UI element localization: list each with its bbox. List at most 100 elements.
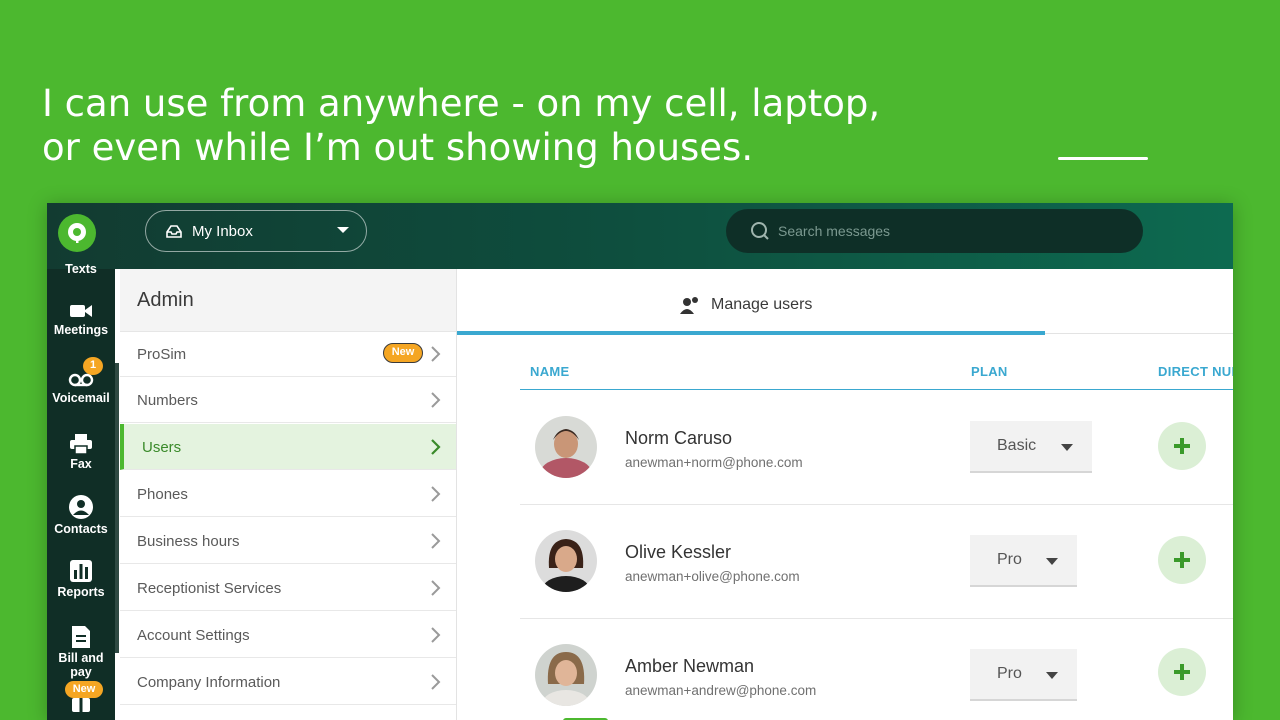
nav-item-reports[interactable]: Reports	[47, 559, 115, 599]
user-email: anewman+andrew@phone.com	[625, 683, 817, 698]
column-header-plan[interactable]: PLAN	[971, 364, 1008, 379]
sidebar-item-business-hours[interactable]: Business hours	[120, 518, 456, 564]
sidebar-item-receptionist-services[interactable]: Receptionist Services	[120, 565, 456, 611]
new-badge: New	[383, 343, 423, 363]
chevron-down-icon	[1046, 672, 1058, 679]
chevron-right-icon	[431, 580, 441, 596]
admin-sidebar: Admin ProSim New Numbers Users Phones Bu…	[120, 269, 457, 720]
avatar	[535, 644, 597, 706]
plan-select-value: Pro	[997, 551, 1022, 568]
left-nav: Texts Meetings Voicemail 1 Fax Contacts …	[47, 262, 115, 720]
chevron-right-icon	[431, 439, 441, 455]
sidebar-item-label: Receptionist Services	[137, 580, 282, 597]
plus-icon	[1174, 664, 1190, 680]
plan-select-value: Basic	[997, 437, 1037, 454]
plan-select[interactable]: Basic	[970, 421, 1092, 473]
nav-item-label: Bill and pay	[58, 651, 104, 679]
nav-item-label: Texts	[65, 262, 97, 276]
table-row: Norm Caruso anewman+norm@phone.com Basic	[520, 391, 1233, 505]
add-direct-number-button[interactable]	[1158, 536, 1206, 584]
chevron-down-icon	[337, 227, 349, 233]
sidebar-item-users[interactable]: Users	[120, 424, 456, 470]
voicemail-count-badge: 1	[83, 357, 103, 375]
column-header-name[interactable]: NAME	[530, 364, 569, 379]
table-header-divider	[520, 389, 1233, 390]
app-window: My Inbox Search messages Texts Meetings	[47, 203, 1233, 720]
decorative-line	[1058, 157, 1148, 160]
nav-item-voicemail[interactable]: Voicemail	[47, 369, 115, 405]
sidebar-item-label: ProSim	[137, 346, 187, 363]
sidebar-item-account-settings[interactable]: Account Settings	[120, 612, 456, 658]
user-email: anewman+olive@phone.com	[625, 569, 800, 584]
chevron-down-icon	[1046, 558, 1058, 565]
user-name: Amber Newman	[625, 656, 755, 676]
nav-item-label: Voicemail	[52, 391, 110, 405]
table-row: admin Amber Newman anewman+andrew@phone.…	[520, 619, 1233, 720]
sidebar-item-label: Company Information	[137, 674, 281, 691]
invoice-icon	[72, 626, 90, 648]
plan-select-value: Pro	[997, 665, 1022, 682]
sidebar-item-label: Numbers	[137, 392, 198, 409]
sidebar-item-company-information[interactable]: Company Information	[120, 659, 456, 705]
sidebar-item-prosim[interactable]: ProSim New	[120, 331, 456, 377]
add-direct-number-button[interactable]	[1158, 422, 1206, 470]
nav-item-label: Reports	[57, 585, 105, 599]
chevron-right-icon	[431, 674, 441, 690]
plus-icon	[1174, 552, 1190, 568]
column-header-direct-number[interactable]: DIRECT NUM	[1158, 364, 1233, 379]
chevron-right-icon	[431, 533, 441, 549]
main-panel: Manage users NAME PLAN DIRECT NUM Norm C…	[457, 269, 1233, 720]
inbox-selector-label: My Inbox	[192, 222, 253, 240]
nav-item-contacts[interactable]: Contacts	[47, 494, 115, 536]
bar-chart-icon	[70, 560, 92, 582]
plan-select[interactable]: Pro	[970, 535, 1077, 587]
sidebar-item-phones[interactable]: Phones	[120, 471, 456, 517]
nav-item-texts[interactable]: Texts	[47, 262, 115, 276]
sidebar-title: Admin	[137, 289, 194, 311]
top-bar: My Inbox Search messages	[47, 203, 1233, 269]
avatar	[535, 530, 597, 592]
inbox-selector[interactable]: My Inbox	[145, 210, 367, 252]
headline-line-2: or even while I’m out showing houses.	[42, 126, 754, 169]
user-name: Olive Kessler	[625, 542, 732, 562]
chevron-down-icon	[1061, 444, 1073, 451]
sidebar-item-label: Phones	[137, 486, 188, 503]
new-feature-badge: New	[65, 681, 103, 698]
chevron-right-icon	[431, 346, 441, 362]
headline: I can use from anywhere - on my cell, la…	[42, 82, 880, 170]
table-row: Olive Kessler anewman+olive@phone.com Pr…	[520, 505, 1233, 619]
user-email: anewman+norm@phone.com	[625, 455, 803, 470]
nav-item-label: Fax	[70, 457, 92, 471]
user-name: Norm Caruso	[625, 428, 733, 448]
nav-item-fax[interactable]: Fax	[47, 433, 115, 471]
plan-select[interactable]: Pro	[970, 649, 1077, 701]
person-icon	[69, 495, 93, 519]
search-icon	[751, 222, 769, 240]
avatar	[535, 416, 597, 478]
sidebar-item-label: Business hours	[137, 533, 240, 550]
video-camera-icon	[70, 305, 92, 317]
sidebar-item-numbers[interactable]: Numbers	[120, 377, 456, 423]
sidebar-header: Admin	[120, 269, 456, 332]
sidebar-item-label: Users	[142, 439, 182, 456]
app-logo-icon[interactable]	[58, 214, 96, 252]
chevron-right-icon	[431, 392, 441, 408]
search-input[interactable]: Search messages	[726, 209, 1143, 253]
chevron-right-icon	[431, 486, 441, 502]
nav-item-label: Contacts	[54, 522, 108, 536]
tab-manage-users[interactable]: Manage users	[457, 269, 1045, 335]
tab-divider	[1045, 333, 1233, 334]
nav-item-bill-and-pay[interactable]: Bill and pay	[47, 625, 115, 679]
nav-scrollbar[interactable]	[115, 363, 119, 653]
tab-label: Manage users	[711, 296, 813, 313]
nav-item-label: Meetings	[53, 323, 109, 337]
manage-users-icon	[680, 297, 698, 314]
inbox-icon	[166, 225, 182, 238]
sidebar-item-label: Account Settings	[137, 627, 250, 644]
printer-icon	[70, 434, 92, 455]
add-direct-number-button[interactable]	[1158, 648, 1206, 696]
headline-line-1: I can use from anywhere - on my cell, la…	[42, 82, 881, 125]
plus-icon	[1174, 438, 1190, 454]
nav-item-meetings[interactable]: Meetings	[47, 301, 115, 337]
chevron-right-icon	[431, 627, 441, 643]
